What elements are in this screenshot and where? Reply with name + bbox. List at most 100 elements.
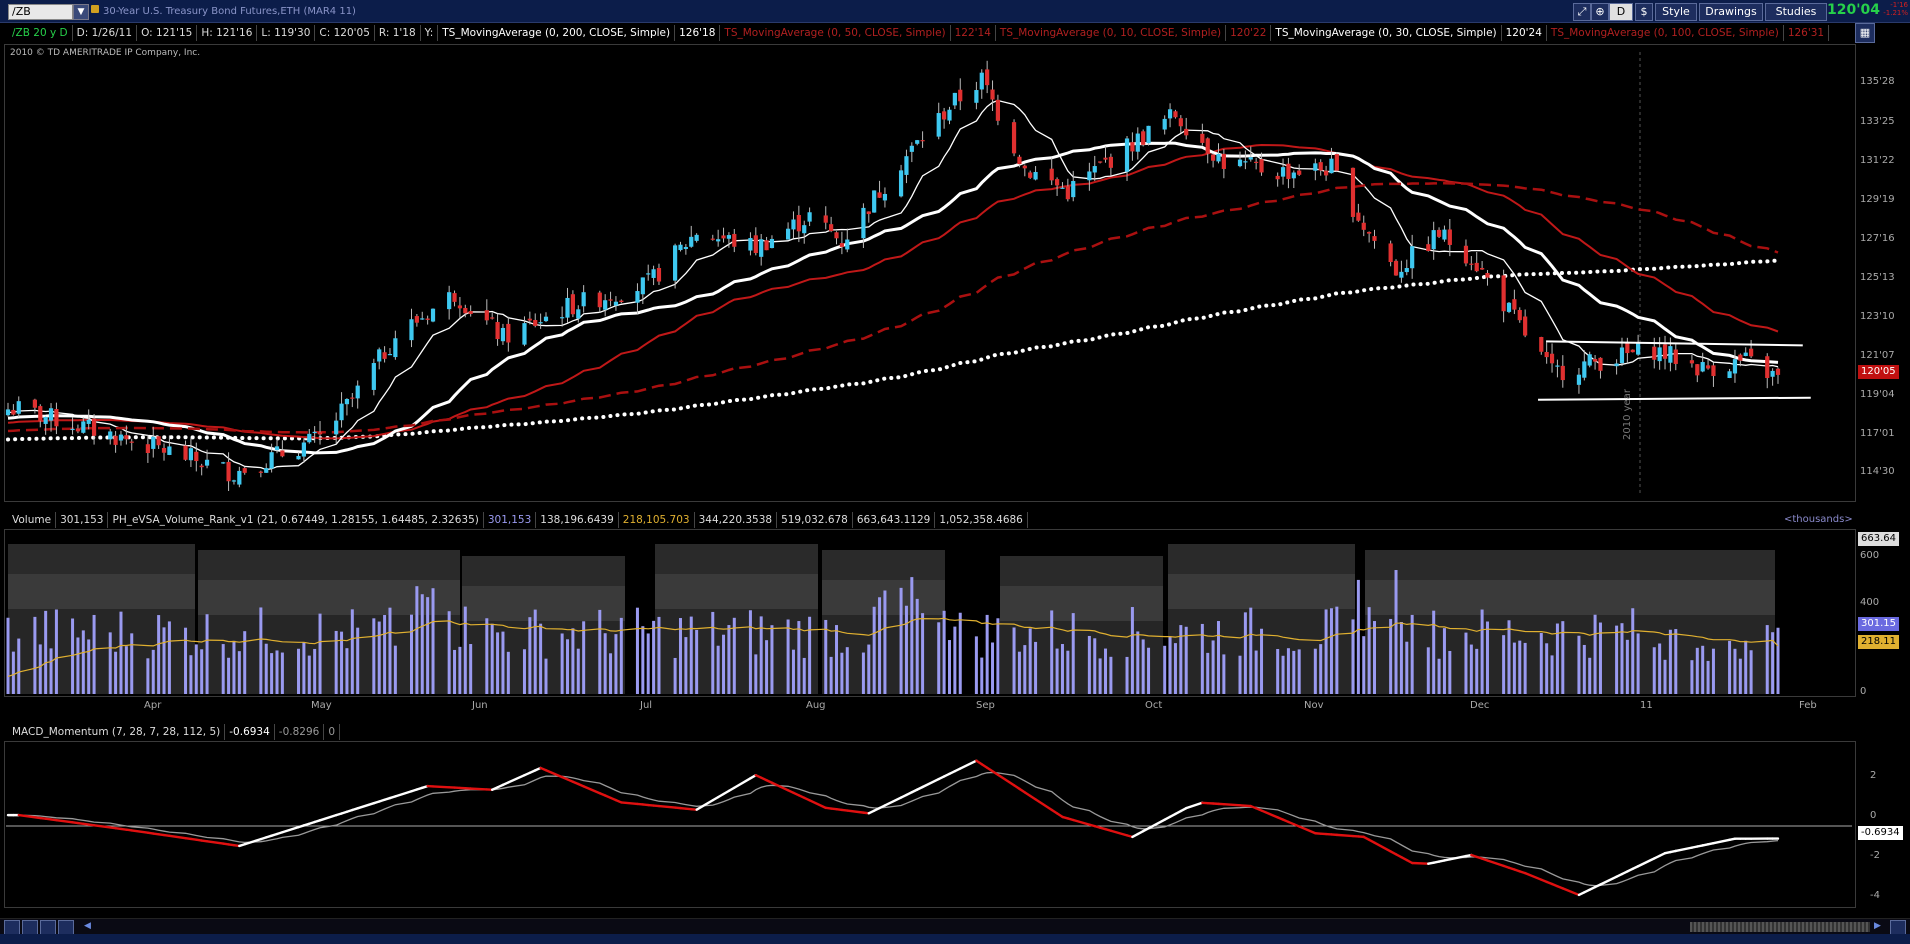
candle-body [673,245,678,281]
scroll-right-icon[interactable]: ▶ [1874,921,1881,931]
grid-icon[interactable] [4,920,20,935]
candle-body [603,300,608,310]
moving-average-line [7,143,1779,440]
macd-zero-value: 0 [324,724,341,740]
candle-body [1775,368,1781,375]
candle-body [1673,349,1678,364]
candle-body [1523,316,1528,336]
volume-study-v5: 519,032.678 [777,512,853,528]
volume-label[interactable]: Volume [8,512,57,528]
volume-panel[interactable] [4,529,1856,697]
volume-study-v1: 301,153 [484,512,537,528]
candle-body [301,442,306,457]
candle-body [608,299,613,301]
candle-body [872,190,877,213]
zoom-icon[interactable] [40,920,56,935]
candle-body [1367,231,1372,234]
candle-body [1447,229,1452,245]
pencil-icon[interactable] [58,920,74,935]
candle-body [732,233,737,247]
candle-body [151,436,156,449]
expand-icon[interactable] [1890,920,1906,935]
candle-body [1216,153,1221,162]
candle-body [1135,133,1140,152]
candle-body [845,239,850,250]
candle-body [1350,167,1356,217]
candle-body [32,399,37,408]
candle-body [560,317,565,319]
price-tick: 135'28 [1860,76,1895,87]
candle-body [1576,374,1582,385]
candle-body [936,113,941,137]
volume-study-v6: 663,643.1129 [853,512,936,528]
candle-body [1587,354,1592,366]
chart-scrollbar[interactable]: ◀ ▶ [0,918,1910,935]
candle-body [1711,365,1716,377]
volume-tag: 301.15 [1858,617,1899,631]
candle-body [538,322,543,324]
candle-body [1705,365,1711,369]
moving-average-line [6,258,1780,442]
price-tick: 133'25 [1860,116,1895,127]
month-label: May [311,700,332,711]
macd-tick: 0 [1870,810,1877,821]
candle-body [242,468,247,473]
candle-body [1124,138,1130,172]
candle-body [1426,244,1431,251]
candle-body [425,318,430,320]
scroll-thumb[interactable] [1690,922,1870,932]
candle-body [237,470,242,485]
macd-tick: -2 [1870,850,1880,861]
candle-body [533,319,538,326]
candle-body [1200,133,1205,143]
candle-body [995,99,1001,121]
candle-body [678,244,683,251]
macd-panel[interactable] [4,741,1856,908]
candle-body [802,225,807,234]
candle-body [484,310,489,321]
candle-body [339,403,344,421]
price-tick: 125'13 [1860,272,1895,283]
month-label: Aug [806,700,826,711]
month-label: Jul [640,700,653,711]
candle-body [1636,343,1641,355]
macd-label[interactable]: MACD_Momentum (7, 28, 7, 28, 112, 5) [8,724,226,740]
candle-body [1098,161,1103,163]
candle-body [5,409,11,416]
candle-body [317,432,323,435]
volume-tick: 0 [1860,686,1867,697]
candle-body [307,433,312,443]
candle-body [231,480,237,482]
candle-body [1259,159,1264,173]
candle-body [274,446,280,451]
month-label: 11 [1640,700,1653,711]
candle-body [1474,262,1479,272]
moving-average-line [7,141,1779,455]
candle-body [1372,236,1377,241]
candle-body [947,109,952,121]
scroll-left-icon[interactable]: ◀ [84,921,91,931]
candle-body [1480,267,1485,270]
gear-icon[interactable] [22,920,38,935]
candle-body [1087,171,1092,181]
candle-body [1108,156,1113,168]
candle-body [70,428,75,431]
candle-body [1146,125,1151,144]
candle-body [393,338,398,358]
candle-body [1598,357,1603,371]
volume-study-label[interactable]: PH_eVSA_Volume_Rank_v1 (21, 0.67449, 1.2… [108,512,484,528]
candle-body [796,215,801,232]
candle-body [409,319,414,341]
candle-body [898,170,904,197]
candle-body [958,89,963,102]
candle-body [1770,370,1775,377]
candle-body [904,156,909,175]
candle-body [1356,212,1361,221]
price-tick: 127'16 [1860,233,1895,244]
volume-value: 301,153 [56,512,109,528]
candle-body [1221,153,1226,169]
candle-body [1130,142,1135,152]
candle-body [344,398,350,405]
price-tick: 119'04 [1860,389,1895,400]
candle-body [1625,342,1630,354]
